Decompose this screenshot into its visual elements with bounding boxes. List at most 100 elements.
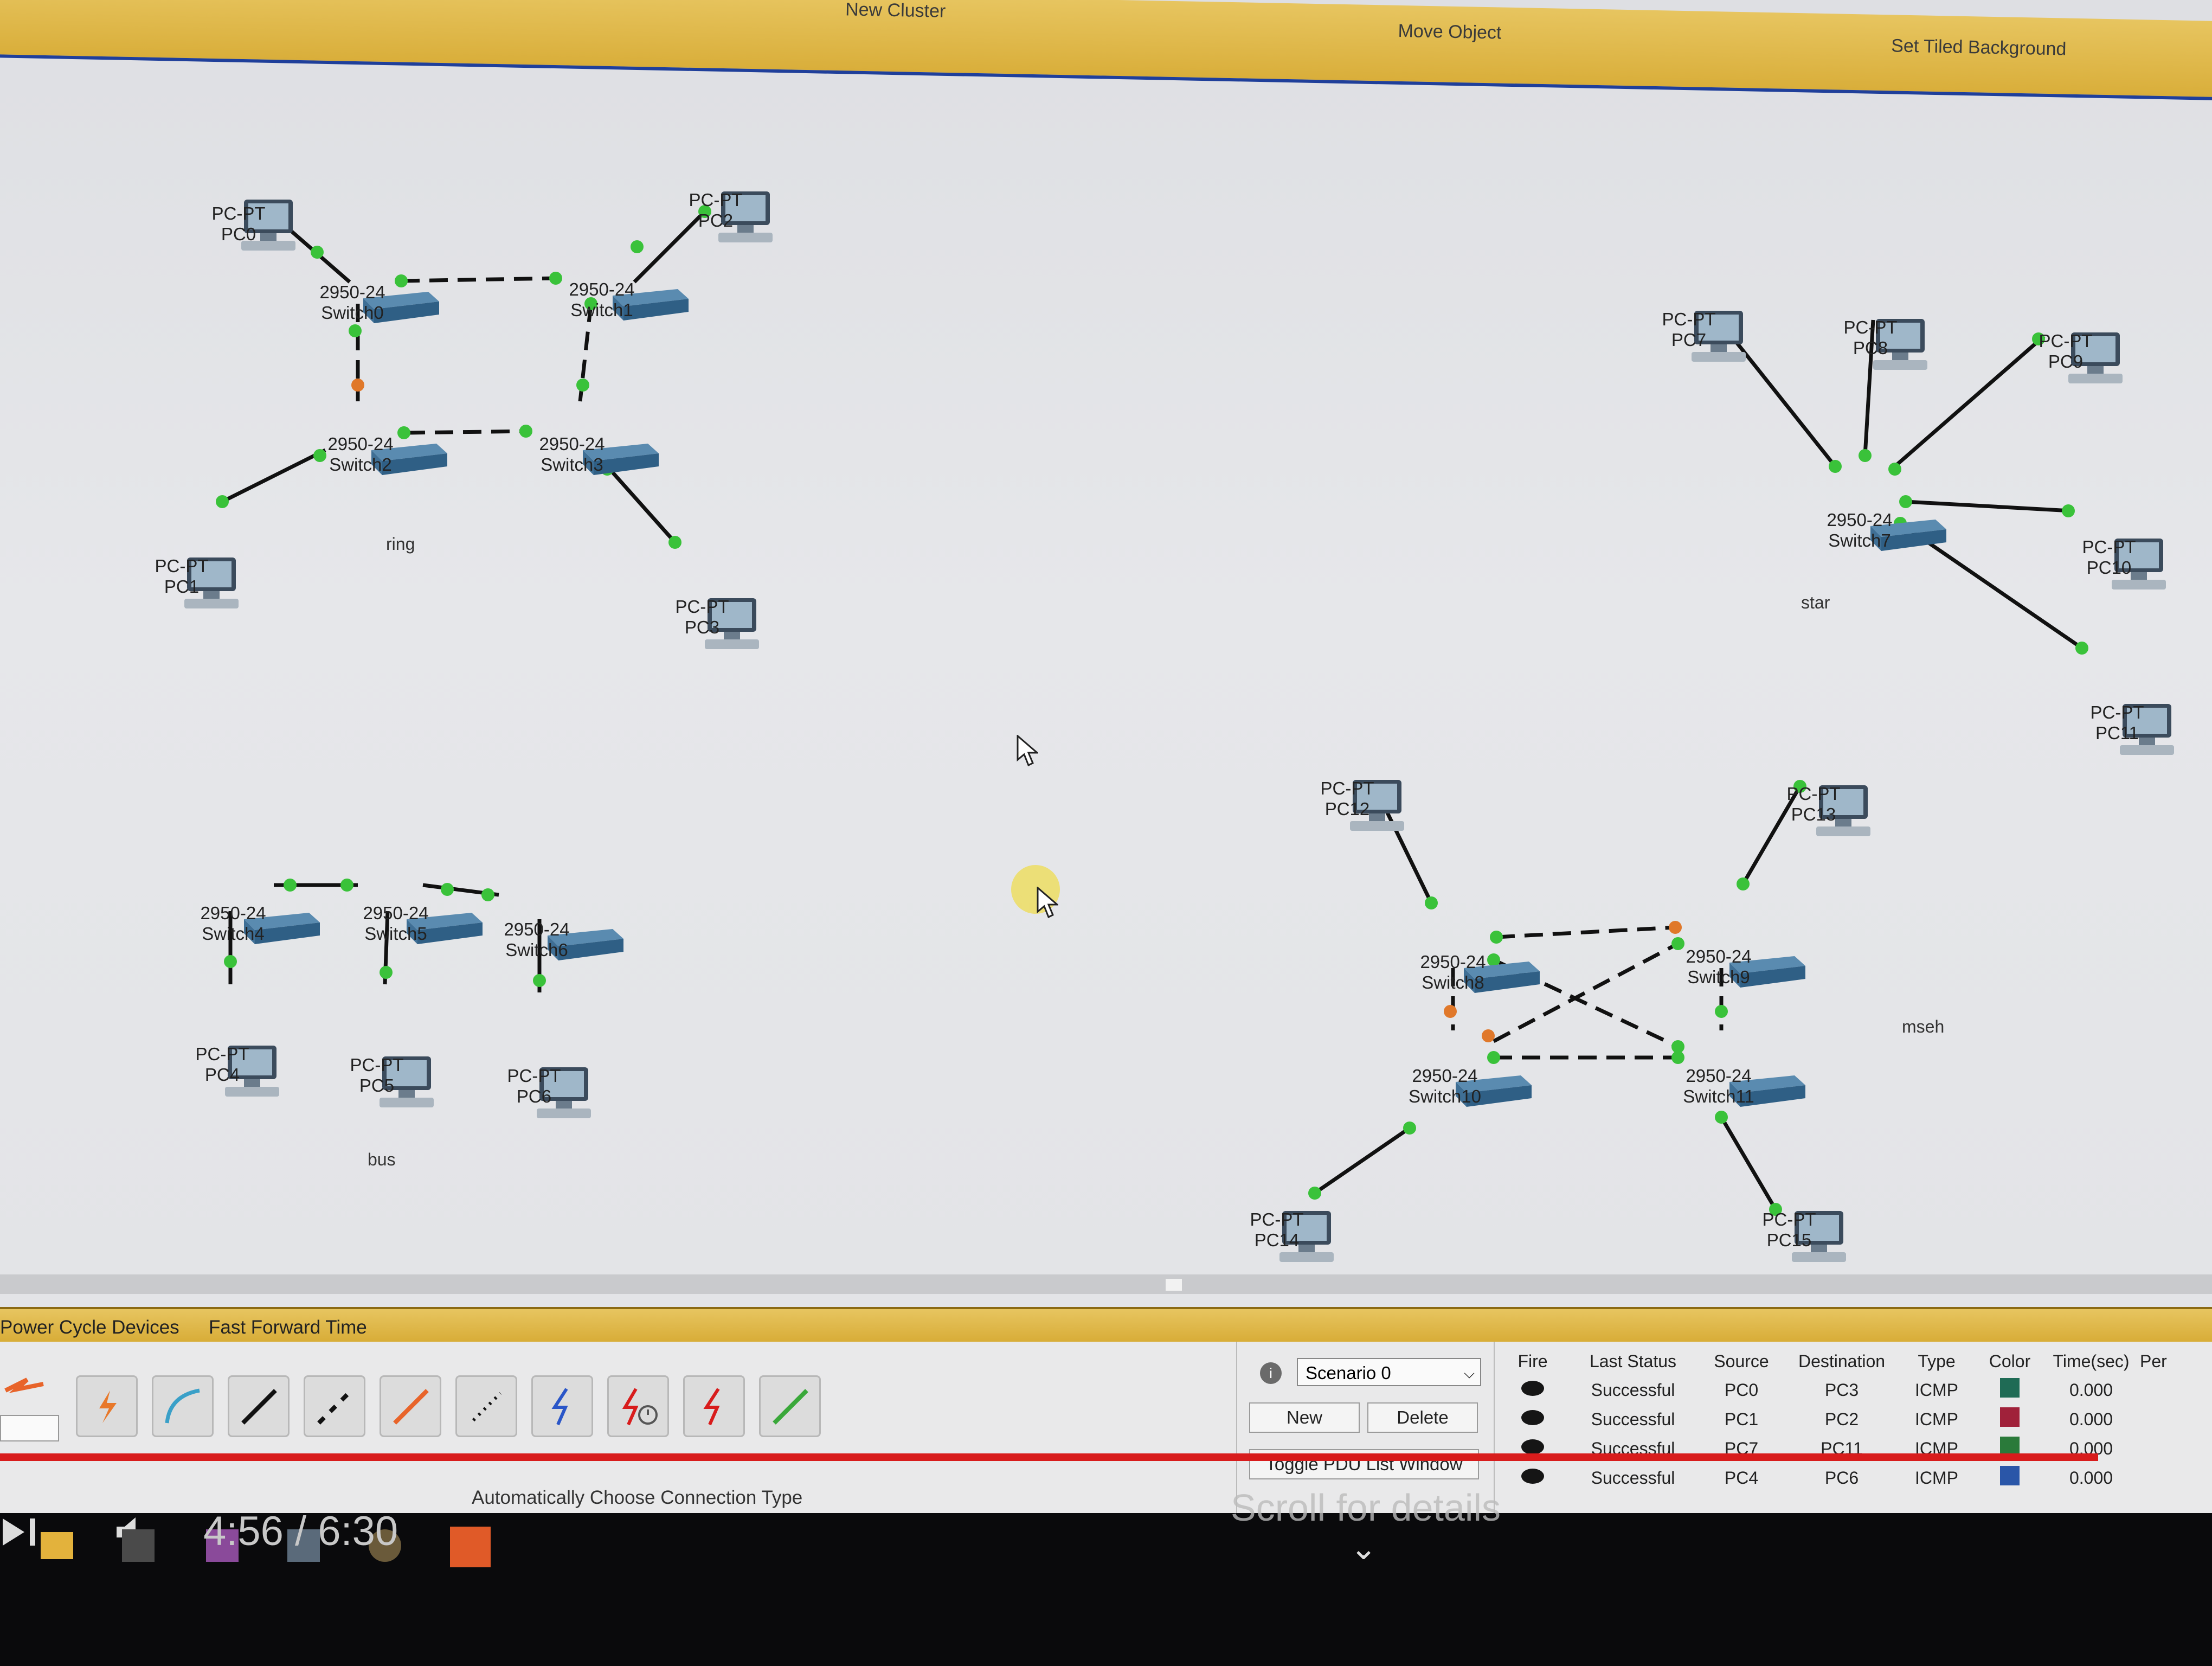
color-cell — [1977, 1405, 2042, 1434]
connection-type-label: Automatically Choose Connection Type — [472, 1487, 803, 1508]
pdu-header-row: Fire Last Status Source Destination Type… — [1495, 1347, 2172, 1375]
switch3-device[interactable]: 2950-24 Switch3 — [539, 434, 659, 475]
move-object-button[interactable]: Move Object — [1398, 21, 1502, 44]
play-icon[interactable] — [0, 1513, 43, 1551]
type-cell: ICMP — [1915, 1380, 1958, 1400]
app-icon[interactable] — [122, 1529, 155, 1562]
crossover-tool[interactable] — [304, 1375, 365, 1437]
scenario-select-value: Scenario 0 — [1306, 1363, 1391, 1383]
device-name-text: PC2 — [698, 210, 734, 230]
device-type-text: PC-PT — [1786, 784, 1841, 804]
switch3-label: 2950-24 Switch3 — [507, 434, 637, 475]
folder-icon[interactable] — [41, 1532, 73, 1559]
pc9-label: PC-PT PC9 — [2001, 331, 2131, 372]
pc8-label: PC-PT PC8 — [1805, 317, 1935, 358]
fire-icon[interactable] — [1521, 1409, 1544, 1425]
device-name-text: PC1 — [164, 576, 200, 597]
chevron-down-icon[interactable]: ⌄ — [1350, 1529, 1377, 1567]
category-search-box[interactable] — [0, 1415, 59, 1441]
table-row[interactable]: Successful PC4 PC6 ICMP 0.000 — [1495, 1463, 2172, 1492]
device-type-text: PC-PT — [211, 203, 266, 223]
color-swatch — [2000, 1407, 2020, 1427]
device-type-text: 2950-24 — [1420, 952, 1486, 972]
fire-cell[interactable] — [1495, 1463, 1571, 1492]
serial-dce-tool[interactable] — [607, 1375, 669, 1437]
bus-group-label: bus — [368, 1150, 396, 1169]
straight-through-tool[interactable] — [228, 1375, 290, 1437]
workspace-horizontal-scrollbar[interactable] — [0, 1274, 2212, 1294]
fire-cell[interactable] — [1495, 1375, 1571, 1405]
bottom-panel: Automatically Choose Connection Type i S… — [0, 1342, 2212, 1513]
pc7-label: PC-PT PC7 — [1624, 309, 1754, 350]
fire-cell[interactable] — [1495, 1405, 1571, 1434]
new-cluster-button[interactable]: New Cluster — [845, 0, 946, 22]
table-row[interactable]: Successful PC1 PC2 ICMP 0.000 — [1495, 1405, 2172, 1434]
color-cell — [1977, 1375, 2042, 1405]
type-cell: ICMP — [1915, 1409, 1958, 1429]
device-name-text: PC0 — [221, 224, 256, 244]
switch7-label: 2950-24 Switch7 — [1795, 510, 1925, 551]
fire-icon[interactable] — [1521, 1380, 1544, 1396]
col-periodic: Per — [2140, 1351, 2167, 1371]
switch4-device[interactable]: 2950-24 Switch4 — [200, 903, 320, 944]
device-name-text: PC10 — [2086, 558, 2132, 578]
video-time: 4:56 / 6:30 — [203, 1508, 398, 1554]
pc2-label: PC-PT PC2 — [651, 190, 781, 231]
table-row[interactable]: Successful PC0 PC3 ICMP 0.000 — [1495, 1375, 2172, 1405]
coaxial-tool[interactable] — [531, 1375, 593, 1437]
device-name-text: PC3 — [684, 617, 720, 637]
packet-tracer-icon[interactable] — [450, 1527, 491, 1567]
switch2-label: 2950-24 Switch2 — [295, 434, 426, 475]
power-cycle-devices-button[interactable]: Power Cycle Devices — [0, 1317, 179, 1338]
auto-connection-tool[interactable] — [76, 1375, 138, 1437]
set-tiled-background-button[interactable]: Set Tiled Background — [1891, 35, 2067, 60]
source-cell: PC4 — [1724, 1468, 1759, 1488]
device-name-text: PC6 — [516, 1086, 552, 1106]
device-name-text: Switch7 — [1828, 530, 1891, 550]
col-destination: Destination — [1798, 1351, 1886, 1371]
pc4-device[interactable]: PC-PT PC4 — [196, 1041, 279, 1097]
device-name-text: Switch4 — [202, 924, 265, 944]
device-type-text: PC-PT — [1250, 1209, 1304, 1229]
scrollbar-thumb[interactable] — [1166, 1279, 1182, 1291]
device-type-text: 2950-24 — [504, 919, 570, 939]
source-cell: PC0 — [1724, 1380, 1759, 1400]
console-cable-tool[interactable] — [152, 1375, 214, 1437]
realtime-bar: Power Cycle Devices Fast Forward Time — [0, 1307, 2212, 1344]
periodic-cell — [2140, 1375, 2172, 1405]
logical-workspace[interactable]: PC-PT PC0 PC-PT PC2 PC-PT PC1 PC-PT PC3 2950… — [0, 65, 2212, 1274]
fiber-cable-icon — [393, 1389, 429, 1425]
new-scenario-button[interactable]: New — [1249, 1402, 1360, 1433]
color-swatch — [2000, 1466, 2020, 1485]
switch4-label: 2950-24 Switch4 — [168, 903, 298, 944]
crossover-cable-icon — [317, 1389, 353, 1425]
fast-forward-time-button[interactable]: Fast Forward Time — [209, 1317, 367, 1338]
ring-group-label: ring — [386, 534, 415, 554]
device-name-text: PC12 — [1324, 799, 1370, 819]
device-name-text: Switch2 — [329, 454, 392, 475]
switch10-label: 2950-24 Switch10 — [1380, 1066, 1510, 1107]
color-cell — [1977, 1463, 2042, 1492]
device-name-text: PC4 — [204, 1065, 240, 1085]
info-icon[interactable]: i — [1260, 1362, 1282, 1384]
video-progress-bar[interactable] — [0, 1453, 2098, 1461]
packet-tracer-window: New Cluster Move Object Set Tiled Backgr… — [0, 0, 2212, 1513]
delete-scenario-button[interactable]: Delete — [1367, 1402, 1478, 1433]
device-type-text: 2950-24 — [363, 903, 429, 923]
straight-cable-icon — [241, 1389, 277, 1425]
pc10-device[interactable]: PC-PT PC10 — [2082, 534, 2166, 589]
scenario-select[interactable]: Scenario 0 ⌵ — [1297, 1358, 1481, 1386]
usb-cable-tool[interactable] — [759, 1375, 821, 1437]
fiber-tool[interactable] — [380, 1375, 441, 1437]
serial-dte-tool[interactable] — [683, 1375, 745, 1437]
device-type-text: PC-PT — [1662, 309, 1716, 329]
fire-icon[interactable] — [1521, 1468, 1544, 1484]
col-last-status: Last Status — [1589, 1351, 1677, 1371]
switch8-device[interactable]: 2950-24 Switch8 — [1420, 952, 1540, 993]
fire-icon[interactable] — [1521, 1439, 1544, 1454]
status-cell: Successful — [1591, 1468, 1675, 1488]
switch0-device[interactable]: 2950-24 Switch0 — [319, 282, 439, 323]
mesh-group-label: mseh — [1902, 1017, 1945, 1036]
phone-cable-tool[interactable] — [455, 1375, 517, 1437]
connections-category-icon[interactable] — [0, 1369, 49, 1407]
